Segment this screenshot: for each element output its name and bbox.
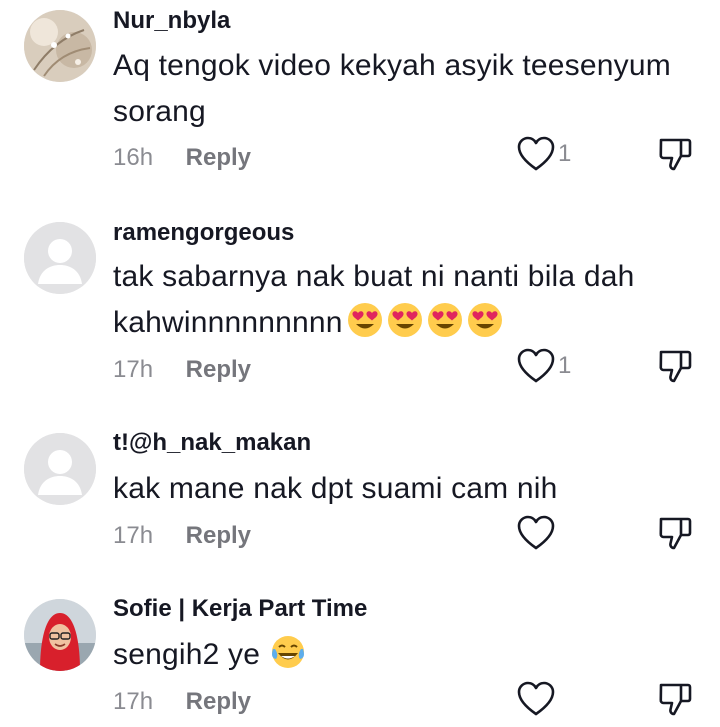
heart-eyes-emoji-icon — [467, 303, 502, 337]
dislike-button[interactable] — [657, 681, 693, 721]
comment-username[interactable]: Nur_nbyla — [113, 7, 230, 35]
comment-meta: 16h Reply — [113, 144, 251, 172]
avatar[interactable] — [24, 599, 96, 671]
heart-outline-icon — [517, 681, 555, 716]
avatar[interactable] — [24, 222, 96, 294]
thumbs-down-icon — [659, 138, 692, 171]
reply-button[interactable]: Reply — [186, 688, 251, 715]
avatar[interactable] — [24, 433, 96, 505]
dislike-button[interactable] — [657, 136, 693, 176]
avatar[interactable] — [24, 10, 96, 82]
comment-time: 17h — [113, 688, 154, 715]
comment-text-body: sengih2 ye — [113, 638, 261, 671]
heart-eyes-emoji-icon — [387, 303, 422, 337]
comment-username[interactable]: Sofie | Kerja Part Time — [113, 595, 367, 623]
comment-meta: 17h Reply — [113, 356, 251, 384]
comment-text: kak mane nak dpt suami cam nih — [113, 466, 703, 512]
like-button[interactable]: 1 — [517, 136, 587, 176]
comment-text: tak sabarnya nak buat ni nanti bila dah … — [113, 254, 703, 346]
heart-outline-icon — [517, 136, 555, 171]
heart-outline-icon — [517, 515, 555, 550]
comment-time: 17h — [113, 522, 154, 549]
thumbs-down-icon — [659, 517, 692, 550]
comment-text-body: kak mane nak dpt suami cam nih — [113, 472, 558, 505]
like-button[interactable]: 1 — [517, 348, 587, 388]
comment-text: Aq tengok video kekyah asyik teesenyum s… — [113, 43, 703, 135]
comment-username[interactable]: t!@h_nak_makan — [113, 429, 311, 457]
like-button[interactable] — [517, 515, 587, 555]
like-button[interactable] — [517, 681, 587, 721]
thumbs-down-icon — [659, 350, 692, 383]
dislike-button[interactable] — [657, 348, 693, 388]
tears-of-joy-emoji-icon — [272, 636, 305, 668]
reply-button[interactable]: Reply — [186, 144, 251, 171]
comment-meta: 17h Reply — [113, 688, 251, 716]
thumbs-down-icon — [659, 683, 692, 716]
dislike-button[interactable] — [657, 515, 693, 555]
heart-eyes-emoji-icon — [347, 303, 382, 337]
comment-time: 17h — [113, 356, 154, 383]
heart-eyes-emoji-icon — [427, 303, 462, 337]
comment-meta: 17h Reply — [113, 522, 251, 550]
reply-button[interactable]: Reply — [186, 356, 251, 383]
emoji-group — [343, 303, 503, 339]
like-count: 1 — [558, 140, 572, 167]
comment-username[interactable]: ramengorgeous — [113, 219, 294, 247]
comment-text-body: Aq tengok video kekyah asyik teesenyum s… — [113, 49, 671, 128]
like-count: 1 — [558, 352, 572, 379]
comment-time: 16h — [113, 144, 154, 171]
comment-text: sengih2 ye — [113, 632, 703, 678]
heart-outline-icon — [517, 348, 555, 383]
reply-button[interactable]: Reply — [186, 522, 251, 549]
